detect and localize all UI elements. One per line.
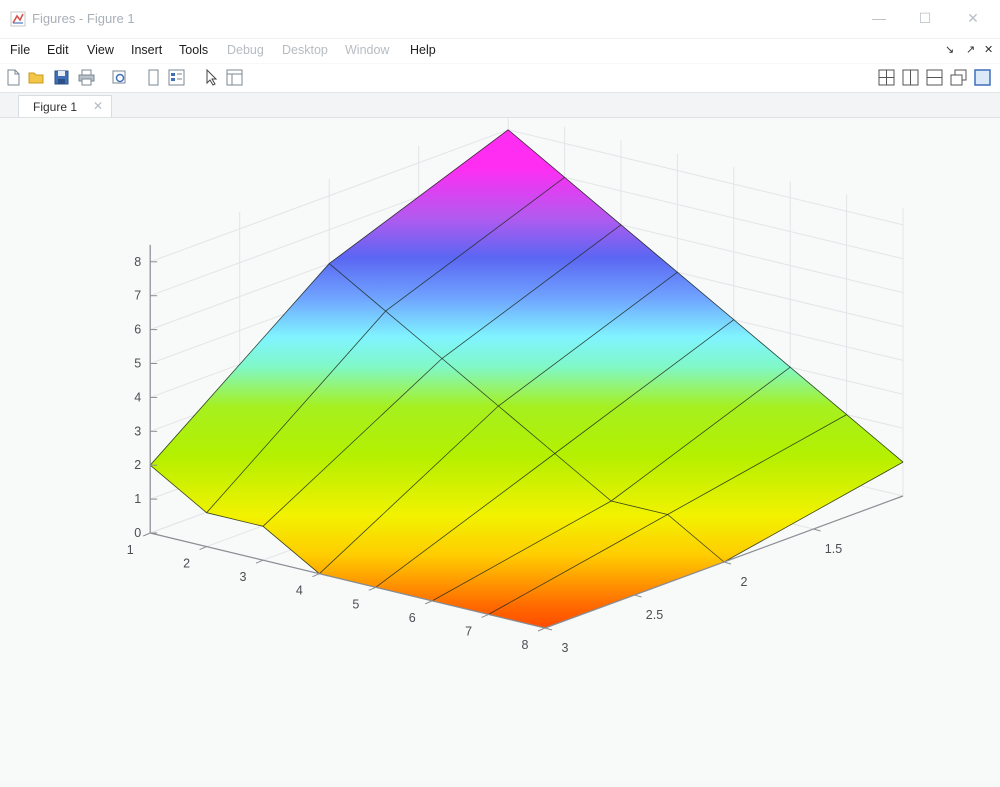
link-plot-icon[interactable] [145,69,162,86]
x-tick-label: 2 [183,557,190,571]
x-tick-label: 7 [465,624,472,638]
y-tick-mark [544,627,553,631]
x-tick-mark [312,573,320,578]
tab-close-icon[interactable]: ✕ [93,99,103,113]
dock-icon[interactable]: ↗ [966,43,975,56]
print-preview-icon[interactable] [111,69,128,86]
x-tick-mark [255,559,264,564]
menu-view[interactable]: View [87,43,114,57]
y-tick-mark [723,561,732,565]
save-icon[interactable] [53,69,70,86]
menu-tools[interactable]: Tools [179,43,208,57]
menu-desktop[interactable]: Desktop [282,43,328,57]
x-tick-mark [368,586,376,591]
menu-insert[interactable]: Insert [131,43,162,57]
x-tick-label: 4 [296,584,303,598]
y-tick-label: 1.5 [825,542,842,556]
x-tick-label: 6 [409,611,416,625]
y-tick-mark [634,594,642,598]
x-tick-label: 3 [240,570,247,584]
y-tick-label: 3 [562,641,569,655]
z-tick-label: 7 [134,289,141,303]
tab-figure-1[interactable]: Figure 1 ✕ [18,95,112,117]
figure-toolbar [0,64,1000,93]
new-figure-icon[interactable] [5,69,22,86]
z-tick-label: 1 [134,492,141,506]
window-title: Figures - Figure 1 [32,11,135,26]
property-inspector-icon[interactable] [226,69,243,86]
close-figure-icon[interactable]: ✕ [984,43,993,56]
split-vertical-icon[interactable] [902,69,919,86]
menu-debug[interactable]: Debug [227,43,264,57]
surface-plot[interactable]: 012345678123456781.522.53 [0,112,1000,782]
tile-grid-icon[interactable] [878,69,895,86]
x-tick-mark [425,600,433,605]
y-tick-label: 2 [741,575,748,589]
menu-edit[interactable]: Edit [47,43,69,57]
z-tick-label: 4 [134,390,141,404]
x-tick-label: 1 [127,543,134,557]
tab-label: Figure 1 [33,100,78,114]
menu-help[interactable]: Help [410,43,436,57]
x-tick-mark [537,627,546,632]
figure-canvas[interactable]: 0 1 2 3 4 5 6 7 8 1 2 3 4 5 6 7 8 1.5 2 2.5 3 [0,112,1000,782]
x-tick-label: 8 [522,638,529,652]
x-tick-mark [199,546,207,551]
open-file-icon[interactable] [28,69,45,86]
z-tick-label: 3 [134,424,141,438]
minimize-button[interactable]: — [868,8,890,28]
menu-file[interactable]: File [10,43,30,57]
z-tick-label: 0 [134,526,141,540]
split-horizontal-icon[interactable] [926,69,943,86]
edit-plot-arrow-icon[interactable] [203,69,220,86]
z-tick-label: 5 [134,357,141,371]
print-icon[interactable] [78,69,95,86]
window-titlebar: Figures - Figure 1 — ☐ ✕ [0,0,1000,39]
undock-icon[interactable]: ↘ [945,43,954,56]
x-tick-mark [143,532,151,537]
insert-colorbar-icon[interactable] [168,69,185,86]
matlab-figure-icon [10,11,26,27]
menu-bar: File Edit View Insert Tools Debug Deskto… [0,39,1000,63]
maximize-panel-icon[interactable] [974,69,991,86]
close-window-button[interactable]: ✕ [962,8,984,28]
y-tick-label: 2.5 [646,608,663,622]
x-tick-label: 5 [352,597,359,611]
z-tick-label: 2 [134,458,141,472]
y-tick-mark [813,528,821,532]
x-tick-mark [481,613,489,618]
z-tick-label: 8 [134,255,141,269]
menu-window[interactable]: Window [345,43,389,57]
z-tick-label: 6 [134,323,141,337]
figure-tab-strip: Figure 1 ✕ [0,93,1000,118]
maximize-button[interactable]: ☐ [914,8,936,28]
float-window-icon[interactable] [950,69,967,86]
